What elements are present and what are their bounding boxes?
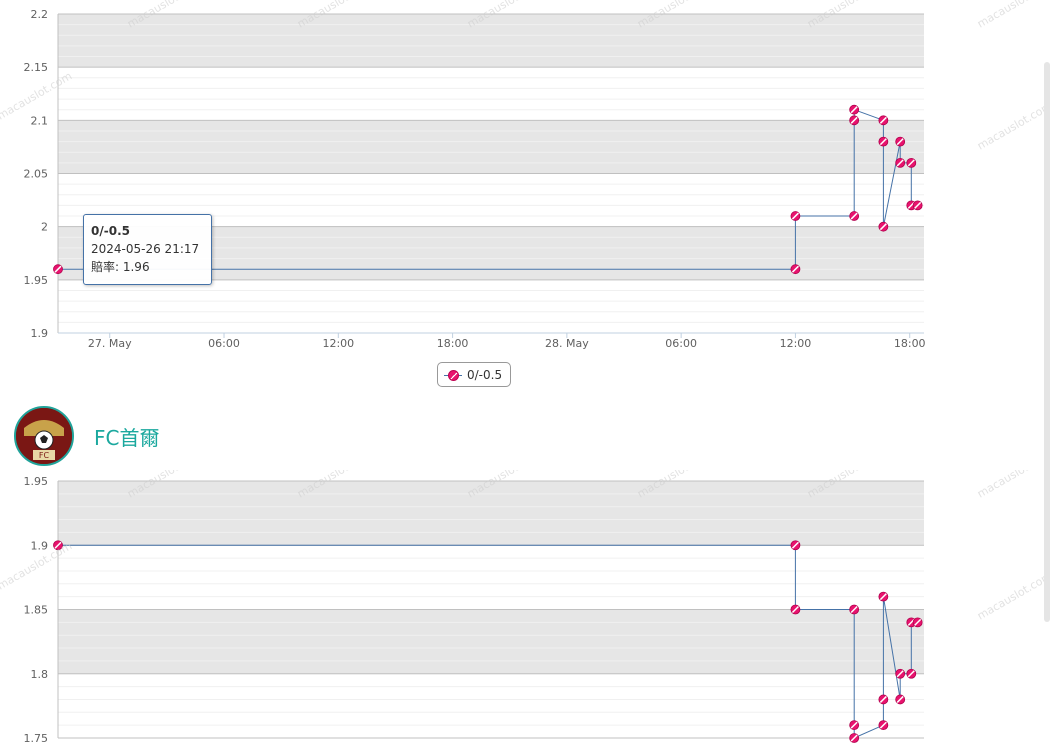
- y-tick-label: 2.15: [24, 61, 49, 74]
- data-point[interactable]: [849, 211, 860, 221]
- legend-marker-icon: [444, 369, 462, 381]
- watermark-text: macauslot.com: [975, 470, 1050, 501]
- data-point[interactable]: [895, 668, 906, 679]
- y-tick-label: 1.9: [31, 327, 49, 340]
- chart-upper: 1.9 1.95 2 2.05 2.1 2.15 2.2 27. May 06:00 12:00 1…: [0, 0, 1050, 350]
- y-tick-label: 1.75: [24, 732, 49, 745]
- watermark-text: macauslot.com: [975, 569, 1050, 622]
- watermark-text: macauslot.com: [975, 99, 1050, 152]
- x-tick-label: 28. May: [545, 337, 589, 350]
- data-point[interactable]: [878, 136, 889, 147]
- data-point[interactable]: [878, 115, 889, 126]
- tooltip-title: 0/-0.5: [91, 224, 130, 238]
- data-point[interactable]: [790, 540, 801, 551]
- y-tick-label: 1.85: [24, 604, 49, 617]
- legend-item-series[interactable]: 0/-0.5: [437, 362, 511, 387]
- tooltip-value: 賠率: 1.96: [91, 260, 150, 274]
- data-point[interactable]: [53, 264, 63, 275]
- y-tick-label: 1.95: [24, 274, 49, 287]
- data-point[interactable]: [878, 694, 889, 705]
- x-tick-label: 18:00: [894, 337, 926, 350]
- y-tick-label: 2.05: [24, 168, 49, 181]
- x-tick-label: 06:00: [665, 337, 697, 350]
- chart-lower: 1.75 1.8 1.85 1.9 1.95 macauslot.com macauslot…: [0, 470, 1050, 745]
- data-point[interactable]: [790, 264, 801, 275]
- chart-tooltip: 0/-0.5 2024-05-26 21:17 賠率: 1.96: [83, 214, 212, 285]
- data-point[interactable]: [906, 668, 917, 679]
- x-tick-label: 12:00: [780, 337, 812, 350]
- y-tick-label: 2: [41, 221, 48, 234]
- x-tick-label: 12:00: [322, 337, 354, 350]
- team-logo: FC: [14, 406, 74, 466]
- data-point[interactable]: [912, 617, 923, 628]
- data-point[interactable]: [849, 720, 860, 731]
- y-tick-label: 1.9: [31, 539, 49, 552]
- page-scrollbar[interactable]: [1044, 62, 1050, 622]
- data-point[interactable]: [895, 136, 906, 147]
- data-point[interactable]: [878, 720, 889, 731]
- x-tick-label: 27. May: [88, 337, 132, 350]
- tooltip-time: 2024-05-26 21:17: [91, 242, 200, 256]
- data-point[interactable]: [895, 157, 906, 168]
- team-name: FC首爾: [94, 425, 160, 450]
- data-point[interactable]: [849, 733, 860, 743]
- x-tick-label: 18:00: [437, 337, 469, 350]
- legend-label: 0/-0.5: [467, 367, 503, 382]
- data-point[interactable]: [849, 604, 860, 615]
- plot-band: [58, 481, 924, 546]
- x-tick-label: 06:00: [208, 337, 240, 350]
- data-point[interactable]: [878, 221, 889, 232]
- plot-band: [58, 609, 924, 674]
- data-point[interactable]: [906, 157, 917, 168]
- team-header: FC FC首爾: [14, 406, 159, 466]
- plot-band: [58, 120, 924, 174]
- plot-band: [58, 14, 924, 68]
- y-tick-label: 1.95: [24, 475, 49, 488]
- data-point[interactable]: [895, 694, 906, 705]
- y-tick-label: 2.2: [31, 8, 49, 21]
- y-tick-label: 2.1: [31, 114, 49, 127]
- data-point[interactable]: [849, 115, 860, 126]
- data-point[interactable]: [849, 104, 860, 115]
- data-point[interactable]: [912, 200, 923, 211]
- watermark-text: macauslot.com: [975, 0, 1050, 31]
- data-point[interactable]: [790, 211, 801, 221]
- logo-text: FC: [39, 451, 50, 460]
- data-point[interactable]: [790, 604, 801, 615]
- y-tick-label: 1.8: [31, 668, 49, 681]
- data-point[interactable]: [878, 591, 889, 602]
